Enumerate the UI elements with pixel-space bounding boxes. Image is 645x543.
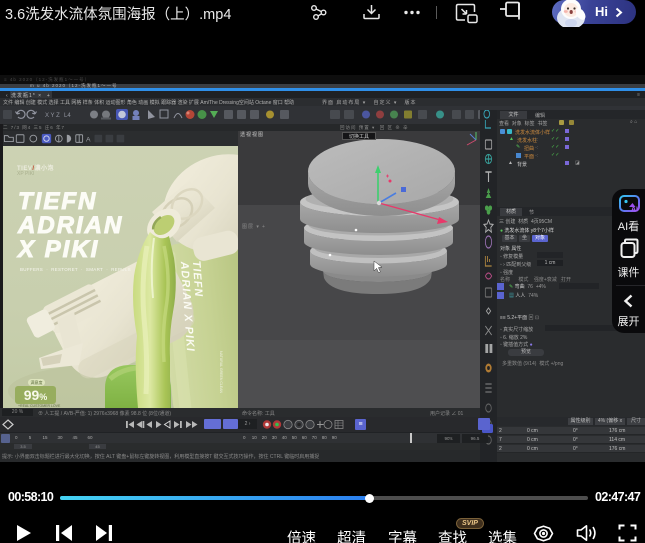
svg-text:A: A (86, 137, 91, 144)
svg-text:X Y Z: X Y Z (45, 113, 60, 119)
svg-text:L4: L4 (64, 113, 71, 119)
svg-text:AI: AI (631, 207, 638, 214)
